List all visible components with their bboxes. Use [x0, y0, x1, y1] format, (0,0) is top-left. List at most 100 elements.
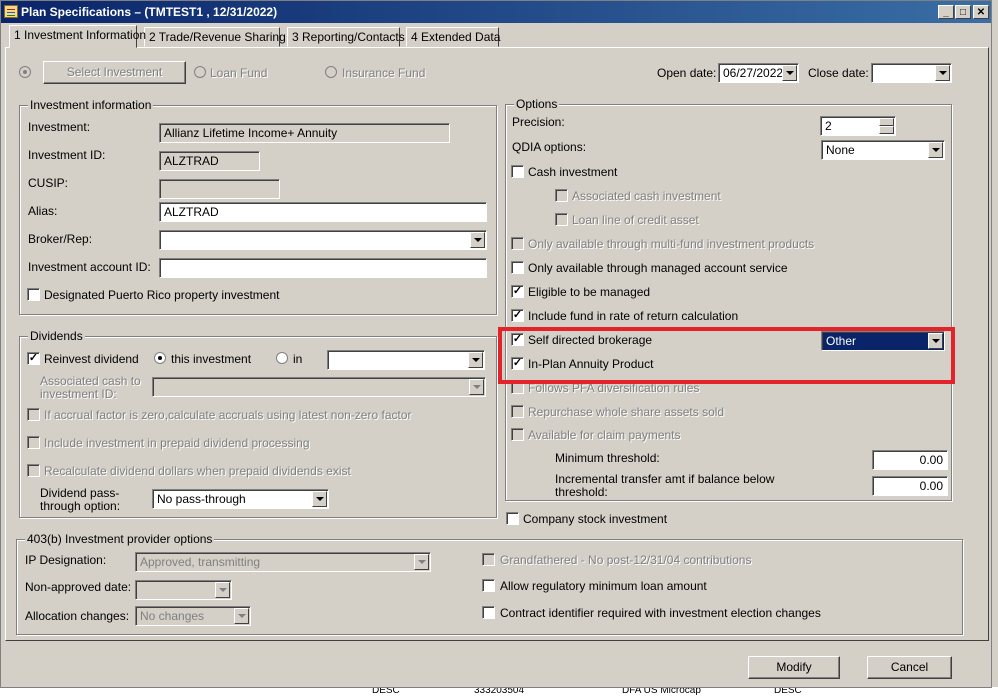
insurance-fund-label: Insurance Fund — [342, 66, 426, 80]
tab-reporting-contacts[interactable]: 3 Reporting/Contacts — [287, 27, 405, 47]
broker-rep-select[interactable] — [159, 230, 487, 250]
dropdown-arrow-icon[interactable] — [782, 65, 797, 81]
eligible-managed-checkbox[interactable]: ✓ — [511, 285, 524, 298]
select-investment-radio[interactable] — [19, 66, 31, 78]
investment-information-legend: Investment information — [28, 98, 154, 112]
dropdown-arrow-icon[interactable] — [215, 582, 230, 598]
dropdown-arrow-icon[interactable] — [234, 608, 249, 624]
select-investment-button[interactable]: Select Investment — [43, 61, 186, 84]
loan-line-checkbox[interactable] — [555, 213, 568, 226]
title-bar[interactable]: Plan Specifications – (TMTEST1 , 12/31/2… — [1, 1, 991, 23]
dropdown-arrow-icon[interactable] — [414, 554, 429, 570]
highlight-annotation — [498, 327, 955, 384]
qdia-value: None — [826, 143, 855, 157]
close-date-picker[interactable] — [871, 63, 952, 83]
allow-min-loan-checkbox[interactable] — [482, 579, 495, 592]
company-stock-checkbox[interactable] — [506, 512, 519, 525]
claim-payments-checkbox[interactable] — [511, 428, 524, 441]
accrual-checkbox[interactable] — [27, 408, 40, 421]
ip-designation-select[interactable]: Approved, transmitting — [135, 552, 431, 572]
passthrough-label: Dividend pass- — [40, 486, 120, 500]
tab-investment-information[interactable]: 1 Investment Information — [9, 25, 146, 48]
min-threshold-input[interactable]: 0.00 — [872, 450, 948, 470]
puerto-rico-label: Designated Puerto Rico property investme… — [44, 288, 280, 302]
in-radio[interactable] — [276, 352, 288, 364]
puerto-rico-checkbox[interactable] — [27, 288, 40, 301]
cancel-button[interactable]: Cancel — [867, 656, 952, 679]
grandfathered-label: Grandfathered - No post-12/31/04 contrib… — [500, 553, 752, 567]
window-title: Plan Specifications – (TMTEST1 , 12/31/2… — [21, 5, 278, 19]
non-approved-date-picker[interactable] — [135, 580, 232, 600]
allocation-changes-select[interactable]: No changes — [135, 606, 251, 626]
investment-account-id-input[interactable] — [159, 258, 487, 278]
repurchase-checkbox[interactable] — [511, 405, 524, 418]
incremental-label-2: threshold: — [555, 485, 608, 499]
qdia-select[interactable]: None — [821, 140, 945, 160]
include-ror-label: Include fund in rate of return calculati… — [528, 309, 739, 323]
eligible-managed-label: Eligible to be managed — [528, 285, 651, 299]
investment-field: Allianz Lifetime Income+ Annuity — [159, 123, 450, 143]
non-approved-date-label: Non-approved date: — [25, 580, 132, 594]
maximize-button[interactable]: □ — [955, 5, 971, 19]
dropdown-arrow-icon[interactable] — [470, 232, 485, 248]
dropdown-arrow-icon[interactable] — [935, 65, 950, 81]
alias-label: Alias: — [28, 204, 58, 218]
prepaid-label: Include investment in prepaid dividend p… — [44, 436, 310, 450]
qdia-label: QDIA options: — [512, 140, 587, 154]
loan-fund-radio[interactable] — [194, 66, 206, 78]
precision-value: 2 — [825, 119, 832, 133]
precision-spinner[interactable]: 2 — [820, 116, 896, 136]
assoc-cash-investment-label: Associated cash investment — [572, 189, 721, 203]
insurance-fund-radio[interactable] — [325, 66, 337, 78]
open-date-value: 06/27/2022 — [723, 66, 784, 80]
close-button[interactable]: ✕ — [973, 5, 989, 19]
multi-fund-checkbox[interactable] — [511, 237, 524, 250]
recalc-checkbox[interactable] — [27, 464, 40, 477]
prepaid-checkbox[interactable] — [27, 436, 40, 449]
min-threshold-label: Minimum threshold: — [555, 451, 660, 465]
grandfathered-checkbox[interactable] — [482, 553, 495, 566]
dividends-legend: Dividends — [28, 329, 85, 343]
include-ror-checkbox[interactable]: ✓ — [511, 309, 524, 322]
this-investment-radio[interactable] — [154, 352, 166, 364]
modify-button[interactable]: Modify — [748, 656, 840, 679]
broker-rep-label: Broker/Rep: — [28, 232, 93, 246]
recalc-label: Recalculate dividend dollars when prepai… — [44, 464, 351, 478]
dropdown-arrow-icon[interactable] — [469, 379, 484, 395]
assoc-cash-select[interactable] — [152, 377, 486, 397]
this-investment-label: this investment — [171, 352, 252, 366]
spin-arrows-icon[interactable] — [879, 118, 894, 134]
passthrough-label-2: through option: — [40, 499, 121, 513]
tab-trade-revenue-sharing[interactable]: 2 Trade/Revenue Sharing — [144, 27, 286, 47]
accrual-label: If accrual factor is zero,calculate accr… — [44, 408, 412, 422]
in-label: in — [293, 352, 303, 366]
incremental-input[interactable]: 0.00 — [872, 476, 948, 496]
assoc-cash-label: Associated cash to — [40, 374, 141, 388]
allow-min-loan-label: Allow regulatory minimum loan amount — [500, 579, 707, 593]
managed-account-label: Only available through managed account s… — [528, 261, 788, 275]
options-legend: Options — [514, 97, 560, 111]
reinvest-dividend-checkbox[interactable]: ✓ — [27, 352, 40, 365]
contract-id-checkbox[interactable] — [482, 606, 495, 619]
cash-investment-checkbox[interactable] — [511, 165, 524, 178]
dropdown-arrow-icon[interactable] — [468, 352, 483, 368]
cash-investment-label: Cash investment — [528, 165, 618, 179]
dividend-in-select[interactable] — [327, 350, 485, 370]
multi-fund-label: Only available through multi-fund invest… — [528, 237, 815, 251]
managed-account-checkbox[interactable] — [511, 261, 524, 274]
ip-designation-value: Approved, transmitting — [140, 555, 261, 569]
passthrough-select[interactable]: No pass-through — [152, 489, 329, 509]
minimize-button[interactable]: _ — [938, 5, 954, 19]
assoc-cash-investment-checkbox[interactable] — [555, 189, 568, 202]
dropdown-arrow-icon[interactable] — [928, 142, 943, 158]
alias-input[interactable]: ALZTRAD — [159, 202, 487, 222]
app-icon — [4, 5, 18, 18]
reinvest-dividend-label: Reinvest dividend — [44, 352, 139, 366]
investment-id-label: Investment ID: — [28, 148, 106, 162]
tab-extended-data[interactable]: 4 Extended Data — [406, 27, 500, 47]
repurchase-label: Repurchase whole share assets sold — [528, 405, 725, 419]
dropdown-arrow-icon[interactable] — [312, 491, 327, 507]
open-date-label: Open date: — [657, 66, 717, 80]
open-date-picker[interactable]: 06/27/2022 — [718, 63, 799, 83]
cusip-field — [159, 179, 280, 199]
